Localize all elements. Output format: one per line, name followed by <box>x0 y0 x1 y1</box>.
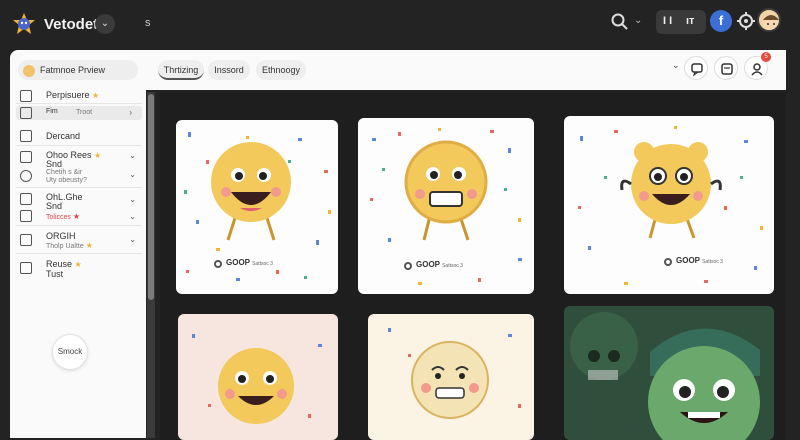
grid-icon <box>20 193 32 205</box>
emoji-card[interactable]: GOOP Sattsoc 3 <box>176 120 338 294</box>
card-title: GOOP <box>676 256 700 265</box>
text-size-icon[interactable]: ıт <box>686 15 694 27</box>
scrollbar-thumb[interactable] <box>148 94 154 300</box>
stack-icon <box>20 90 32 102</box>
emoji-character <box>620 142 722 239</box>
card-title: GOOP <box>226 258 250 267</box>
sidebar-item-reuse[interactable]: Reuse ★ Tust <box>16 256 142 282</box>
emoji-card[interactable]: GOOP Sattsoc 3 <box>564 116 774 294</box>
chevron-down-icon[interactable]: ⌄ <box>129 151 136 160</box>
top-bar: Vetodet ⌄ s ⌄ I I ıт f <box>0 0 800 46</box>
sidebar-item-sub: Troot <box>76 109 93 116</box>
chevron-down-icon[interactable]: ⌄ <box>634 15 642 26</box>
sidebar-item-ohl-ghe[interactable]: OhL.Ghe Snd Tolicces ★ ⌄ ⌄ <box>16 190 142 226</box>
tab-inssord[interactable]: Inssord <box>208 60 250 80</box>
emoji-character <box>388 328 521 419</box>
sidebar-item-sub: Tolicces <box>46 214 71 221</box>
sidebar: Fatmnoe Prview Perpisuere ★ Fim Troot › … <box>10 50 146 438</box>
sidebar-item-sub: Tholp Ualtte <box>46 243 84 250</box>
top-s-label: s <box>145 17 151 29</box>
app-menu-chevron-icon[interactable]: ⌄ <box>95 14 115 34</box>
box-icon <box>20 234 32 246</box>
user-avatar[interactable] <box>757 8 781 32</box>
card-subtitle: Sattsoc 3 <box>702 259 723 265</box>
sidebar-item-sub2: Uty obeusty? <box>46 177 87 184</box>
emoji-character <box>192 334 322 424</box>
app-logo-icon[interactable] <box>12 12 36 36</box>
media-button[interactable] <box>714 56 738 80</box>
sidebar-item-perpisuere[interactable]: Perpisuere ★ <box>16 86 142 104</box>
facebook-icon[interactable]: f <box>710 10 732 32</box>
notification-badge: 5 <box>761 52 771 62</box>
sidebar-item-label: Perpisuere <box>46 90 90 100</box>
sidebar-item-label: Dercand <box>46 131 81 141</box>
document-icon <box>20 210 32 222</box>
radio-icon[interactable] <box>404 262 412 270</box>
star-icon: ★ <box>74 260 82 269</box>
chevron-down-icon[interactable]: ⌄ <box>129 212 136 221</box>
chevron-down-icon[interactable]: ⌄ <box>129 170 136 179</box>
sidebar-item-line2: Snd <box>46 159 63 169</box>
sidebar-item-sub: Chetih s &ir <box>46 169 83 176</box>
sidebar-item-line2: Snd <box>46 201 63 211</box>
sidebar-item-label: ORGIH <box>46 231 76 241</box>
comment-button[interactable] <box>684 56 708 80</box>
profile-label: Fatmnoe Prview <box>40 65 106 75</box>
radio-icon[interactable] <box>214 260 222 268</box>
media-icon <box>721 63 733 75</box>
sidebar-item-label: Fim <box>46 108 58 115</box>
chevron-down-icon[interactable]: ⌄ <box>129 235 136 244</box>
star-icon: ★ <box>94 151 102 160</box>
app-title: Vetodet <box>44 16 99 33</box>
card-subtitle: Sattsoc 3 <box>252 261 273 267</box>
list-icon <box>20 130 32 142</box>
sidebar-item-orgih[interactable]: ORGIH Tholp Ualtte ★ ⌄ <box>16 228 142 254</box>
profile-avatar <box>23 65 35 77</box>
smock-button[interactable]: Smock <box>52 334 88 370</box>
emoji-character <box>211 142 291 241</box>
sidebar-item-line2: Tust <box>46 269 64 279</box>
content-area: GOOP Sattsoc 3 GOOP Sattsoc 3 GOOP Satts… <box>160 92 786 440</box>
grid-icon <box>20 107 32 119</box>
gear-icon[interactable] <box>736 11 756 31</box>
emoji-card[interactable] <box>178 314 338 440</box>
file-icon <box>20 262 32 274</box>
tab-thrtizing[interactable]: Thrtizing <box>158 60 204 80</box>
card-subtitle: Sattsoc 3 <box>442 263 463 269</box>
radio-icon[interactable] <box>664 258 672 266</box>
emoji-card[interactable] <box>564 306 774 440</box>
folder-icon <box>20 151 32 163</box>
emoji-character <box>570 312 760 440</box>
search-icon[interactable] <box>610 12 630 32</box>
emoji-card[interactable] <box>368 314 534 440</box>
sidebar-item-label: Reuse <box>46 259 73 269</box>
chevron-down-icon[interactable]: ⌄ <box>672 60 680 71</box>
emoji-card[interactable]: GOOP Sattsoc 3 <box>358 118 534 294</box>
chevron-right-icon[interactable]: › <box>129 108 132 117</box>
star-icon: ★ <box>85 241 93 250</box>
tab-ethnoogy[interactable]: Ethnoogy <box>256 60 306 80</box>
sidebar-item-ohoo-rees[interactable]: Ohoo Rees ★ Snd Chetih s &ir Uty obeusty… <box>16 148 142 188</box>
sidebar-item-dercand[interactable]: Dercand <box>16 124 142 146</box>
star-icon: ★ <box>72 212 81 221</box>
card-title: GOOP <box>416 260 440 269</box>
user-icon <box>20 170 32 182</box>
text-format-icon[interactable]: I I <box>663 15 672 27</box>
chevron-down-icon[interactable]: ⌄ <box>129 195 136 204</box>
comment-icon <box>691 63 703 77</box>
star-icon: ★ <box>92 91 100 100</box>
